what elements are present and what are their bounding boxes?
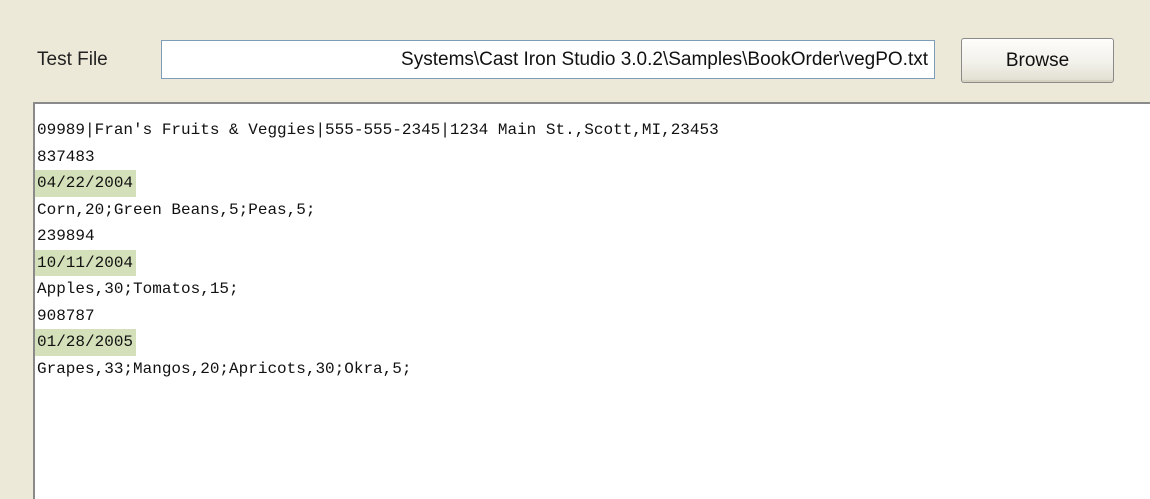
content-line-text: Grapes,33;Mangos,20;Apricots,30;Okra,5; [37, 359, 412, 378]
content-line-text: 837483 [37, 147, 95, 166]
test-file-path-field[interactable]: Systems\Cast Iron Studio 3.0.2\Samples\B… [161, 40, 935, 79]
file-content-lines: 09989|Fran's Fruits & Veggies|555-555-23… [35, 117, 722, 382]
content-line: Grapes,33;Mangos,20;Apricots,30;Okra,5; [35, 356, 722, 383]
content-line: 04/22/2004 [35, 170, 722, 197]
content-line-text: Apples,30;Tomatos,15; [37, 280, 239, 298]
content-line-text: 10/11/2004 [35, 249, 137, 276]
content-line-text: 04/22/2004 [35, 170, 137, 197]
content-line: Apples,30;Tomatos,15; [35, 276, 722, 303]
content-line-text: Corn,20;Green Beans,5;Peas,5; [37, 200, 316, 219]
content-line-text: 09989|Fran's Fruits & Veggies|555-555-23… [37, 121, 719, 139]
content-line-text: 908787 [37, 306, 95, 325]
content-line: 239894 [35, 223, 722, 250]
content-line-text: 239894 [37, 227, 95, 245]
content-line: 09989|Fran's Fruits & Veggies|555-555-23… [35, 117, 722, 144]
browse-button[interactable]: Browse [961, 38, 1114, 83]
test-file-label: Test File [37, 49, 108, 70]
content-line: Corn,20;Green Beans,5;Peas,5; [35, 197, 722, 224]
test-file-path-value: Systems\Cast Iron Studio 3.0.2\Samples\B… [401, 49, 928, 70]
file-content-view[interactable]: 09989|Fran's Fruits & Veggies|555-555-23… [33, 102, 1150, 499]
content-line: 908787 [35, 303, 722, 330]
content-line: 10/11/2004 [35, 249, 722, 276]
test-file-panel: Test File Systems\Cast Iron Studio 3.0.2… [0, 0, 1150, 499]
content-line: 837483 [35, 144, 722, 171]
content-line: 01/28/2005 [35, 329, 722, 356]
content-line-text: 01/28/2005 [35, 329, 137, 356]
